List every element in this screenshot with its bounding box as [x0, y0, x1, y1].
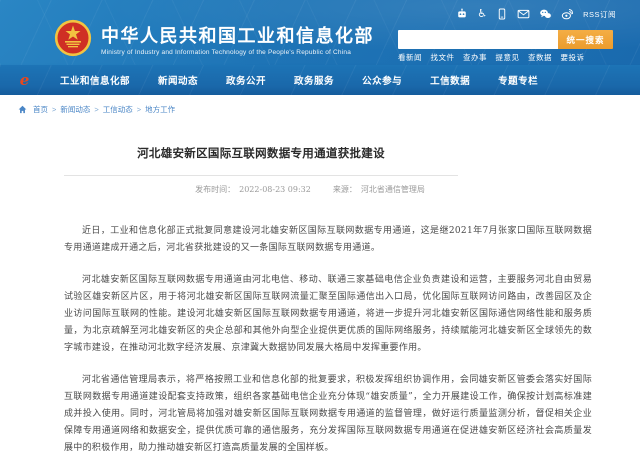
article-paragraph: 近日，工业和信息化部正式批复同意建设河北雄安新区国际互联网数据专用通道，这是继2…	[64, 223, 592, 257]
site-brand[interactable]: 中华人民共和国工业和信息化部 Ministry of Industry and …	[54, 19, 374, 62]
quick-link-services[interactable]: 查办事	[463, 52, 487, 63]
nav-item-gov-services[interactable]: 政务服务	[294, 73, 334, 87]
miit-e-logo-icon[interactable]: e	[17, 73, 32, 88]
source-label: 来源：	[333, 185, 357, 194]
wechat-icon[interactable]	[539, 8, 552, 20]
quick-link-suggestions[interactable]: 提意见	[496, 52, 520, 63]
mobile-icon[interactable]	[496, 8, 508, 20]
miit-article-page: ♿ RSS订阅	[0, 0, 640, 463]
site-header: ♿ RSS订阅	[0, 0, 640, 65]
search-bar: 统一搜索	[398, 30, 613, 49]
publish-time-value: 2022-08-23 09:32	[239, 185, 311, 194]
article: 河北雄安新区国际互联网数据专用通道获批建设 发布时间： 2022-08-23 09…	[64, 95, 592, 463]
site-title: 中华人民共和国工业和信息化部	[101, 26, 374, 46]
quick-link-data[interactable]: 查数据	[528, 52, 552, 63]
source-value: 河北省通信管理局	[361, 185, 425, 194]
article-paragraph: 河北雄安新区国际互联网数据专用通道由河北电信、移动、联通三家基础电信企业负责建设…	[64, 272, 592, 357]
article-title: 河北雄安新区国际互联网数据专用通道获批建设	[64, 145, 458, 161]
breadcrumb-home[interactable]: 首页	[33, 104, 48, 115]
robot-icon[interactable]	[456, 8, 468, 20]
article-content-area: 首页 > 新闻动态 > 工信动态 > 地方工作 河北雄安新区国际互联网数据专用通…	[0, 95, 640, 463]
quick-link-complaints[interactable]: 要投诉	[561, 52, 585, 63]
nav-item-news[interactable]: 新闻动态	[158, 73, 198, 87]
nav-item-participation[interactable]: 公众参与	[362, 73, 402, 87]
nav-item-special-topics[interactable]: 专题专栏	[498, 73, 538, 87]
publish-time-label: 发布时间：	[195, 185, 235, 194]
article-paragraph: 河北省通信管理局表示，将严格按照工业和信息化部的批复要求，积极发挥组织协调作用，…	[64, 372, 592, 457]
search-input[interactable]	[398, 30, 558, 49]
rss-subscribe-link[interactable]: RSS订阅	[583, 9, 616, 20]
nav-item-miit[interactable]: 工业和信息化部	[60, 73, 130, 87]
header-utility-bar: ♿ RSS订阅	[456, 7, 616, 21]
quick-link-news[interactable]: 看新闻	[398, 52, 422, 63]
mail-icon[interactable]	[517, 8, 530, 20]
national-emblem-logo	[54, 19, 92, 62]
unified-search-button[interactable]: 统一搜索	[558, 30, 613, 49]
nav-item-data[interactable]: 工信数据	[430, 73, 470, 87]
nav-item-gov-info[interactable]: 政务公开	[226, 73, 266, 87]
site-subtitle: Ministry of Industry and Information Tec…	[101, 49, 374, 56]
main-nav: e 工业和信息化部 新闻动态 政务公开 政务服务 公众参与 工信数据 专题专栏	[0, 65, 640, 95]
title-divider	[64, 175, 458, 176]
weibo-icon[interactable]	[561, 8, 574, 20]
breadcrumb-separator: >	[52, 105, 56, 114]
article-body: 近日，工业和信息化部正式批复同意建设河北雄安新区国际互联网数据专用通道，这是继2…	[64, 223, 592, 457]
home-icon[interactable]	[18, 105, 29, 114]
quick-link-documents[interactable]: 找文件	[431, 52, 455, 63]
quick-links: 看新闻 找文件 查办事 提意见 查数据 要投诉	[398, 52, 585, 63]
article-meta: 发布时间： 2022-08-23 09:32 来源： 河北省通信管理局	[64, 184, 556, 195]
accessibility-icon[interactable]: ♿	[477, 8, 487, 20]
